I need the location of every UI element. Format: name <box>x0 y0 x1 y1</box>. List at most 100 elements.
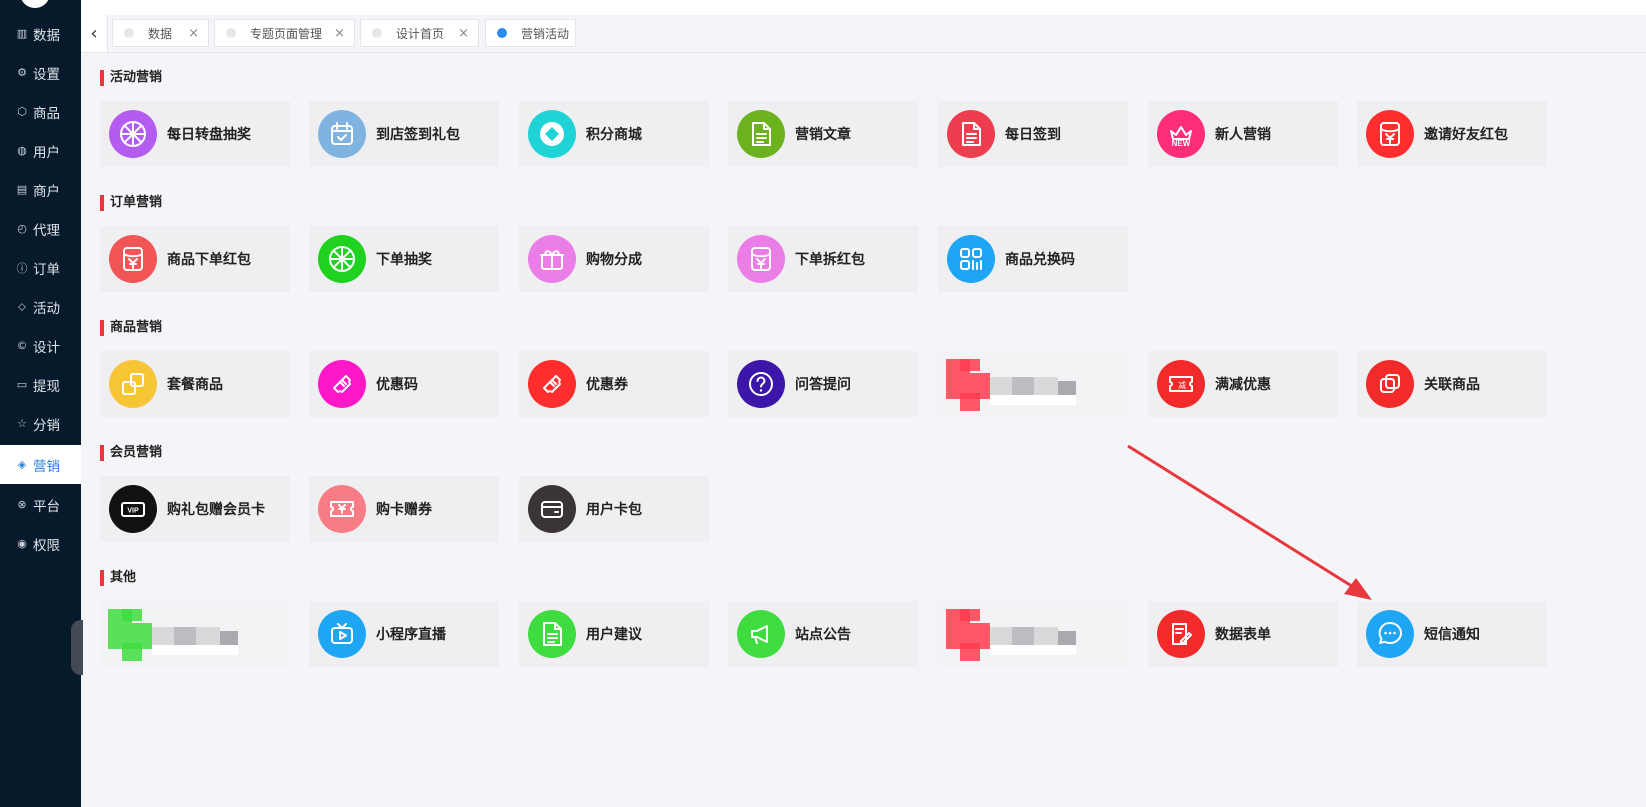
marketing-card[interactable]: 每日转盘抽奖 <box>100 101 290 167</box>
sidebar-item-compass[interactable]: ◉ 权限 <box>0 524 81 563</box>
sidebar-item-list[interactable]: ▤ 商户 <box>0 170 81 209</box>
marketing-card[interactable]: 问答提问 <box>728 351 918 417</box>
sidebar-item-user[interactable]: ◍ 用户 <box>0 131 81 170</box>
ticket-icon <box>318 360 366 408</box>
marketing-card[interactable]: 购卡赠券 <box>309 476 499 542</box>
close-icon[interactable]: × <box>334 26 345 41</box>
pixelated-card[interactable] <box>938 601 1128 667</box>
marketing-card[interactable]: 数据表单 <box>1148 601 1338 667</box>
red-arrow-annotation <box>1127 444 1372 600</box>
red-envelope-icon <box>737 235 785 283</box>
sidebar-item-box[interactable]: ⬡ 商品 <box>0 92 81 131</box>
pixelated-card[interactable] <box>938 351 1128 417</box>
marketing-card[interactable]: 商品兑换码 <box>938 226 1128 292</box>
card-label: 问答提问 <box>795 377 851 393</box>
card-label: 购卡赠券 <box>376 502 432 518</box>
marketing-card[interactable]: 用户卡包 <box>519 476 709 542</box>
tab-1[interactable]: 数据 × <box>112 19 209 47</box>
marketing-card[interactable]: 下单抽奖 <box>309 226 499 292</box>
pixelated-region <box>100 601 290 667</box>
tab-label: 专题页面管理 <box>250 26 323 41</box>
close-icon[interactable]: × <box>188 26 199 41</box>
card-label: 积分商城 <box>586 127 642 143</box>
user-icon: ◍ <box>17 144 27 157</box>
tab-4[interactable]: 营销活动 <box>485 19 576 47</box>
section-title: 其他 <box>100 570 136 586</box>
sidebar-item-clock[interactable]: ◴ 代理 <box>0 209 81 248</box>
diamond-icon <box>528 110 576 158</box>
sidebar-item-card[interactable]: ▭ 提现 <box>0 365 81 404</box>
document-icon <box>737 110 785 158</box>
tab-label: 营销活动 <box>521 26 570 41</box>
section-title: 会员营销 <box>100 445 162 461</box>
sidebar-item-cube[interactable]: ◈ 营销 <box>0 445 81 484</box>
sidebar-item-label: 代理 <box>33 222 60 239</box>
marketing-card[interactable]: 优惠券 <box>519 351 709 417</box>
card-label: 站点公告 <box>795 627 851 643</box>
marketing-card[interactable]: 到店签到礼包 <box>309 101 499 167</box>
card-label: 新人营销 <box>1215 127 1271 143</box>
sidebar-item-copyright[interactable]: © 设计 <box>0 326 81 365</box>
card-label: 关联商品 <box>1424 377 1480 393</box>
marketing-card[interactable]: 营销文章 <box>728 101 918 167</box>
list-icon: ▤ <box>16 183 28 196</box>
marketing-card[interactable]: 短信通知 <box>1357 601 1547 667</box>
red-envelope-icon <box>109 235 157 283</box>
tabs-back-button[interactable]: ‹ <box>81 15 108 52</box>
marketing-card[interactable]: 用户建议 <box>519 601 709 667</box>
qrcode-icon <box>947 235 995 283</box>
avatar[interactable] <box>20 0 50 8</box>
card-label: 数据表单 <box>1215 627 1271 643</box>
scroll-edge <box>71 620 83 675</box>
marketing-card[interactable]: 小程序直播 <box>309 601 499 667</box>
star-icon: ☆ <box>17 417 27 430</box>
sidebar-item-label: 分销 <box>33 417 60 434</box>
card-label: 营销文章 <box>795 127 851 143</box>
chat-bubble-icon <box>1366 610 1414 658</box>
tab-status-dot <box>124 28 134 38</box>
close-icon[interactable]: × <box>458 26 469 41</box>
compass-icon: ◉ <box>17 537 27 550</box>
marketing-card[interactable]: 积分商城 <box>519 101 709 167</box>
tabs-bar: ‹ 数据 × 专题页面管理 × 设计首页 × 营销活动 <box>81 15 1646 53</box>
marketing-card[interactable]: 邀请好友红包 <box>1357 101 1547 167</box>
svg-text:VIP: VIP <box>127 508 139 515</box>
svg-text:减: 减 <box>1178 380 1186 390</box>
sidebar-item-star[interactable]: ☆ 分销 <box>0 404 81 443</box>
wheel-icon <box>318 235 366 283</box>
box-icon: ⬡ <box>17 105 27 118</box>
link-box-icon <box>1366 360 1414 408</box>
wallet-icon <box>528 485 576 533</box>
card-label: 商品兑换码 <box>1005 252 1075 268</box>
marketing-card[interactable]: 商品下单红包 <box>100 226 290 292</box>
discount-coupon-icon: 减 <box>1157 360 1205 408</box>
sidebar-item-label: 营销 <box>33 458 60 475</box>
sidebar-item-gear[interactable]: ⚙ 设置 <box>0 53 81 92</box>
section-title: 商品营销 <box>100 320 162 336</box>
marketing-card[interactable]: NEW 新人营销 <box>1148 101 1338 167</box>
marketing-card[interactable]: 关联商品 <box>1357 351 1547 417</box>
form-edit-icon <box>1157 610 1205 658</box>
sidebar-item-chart[interactable]: ▥ 数据 <box>0 14 81 53</box>
marketing-card[interactable]: 套餐商品 <box>100 351 290 417</box>
sidebar-item-info[interactable]: ⓘ 订单 <box>0 248 81 287</box>
tab-2[interactable]: 专题页面管理 × <box>214 19 355 47</box>
marketing-card[interactable]: VIP 购礼包赠会员卡 <box>100 476 290 542</box>
pixelated-card[interactable] <box>100 601 290 667</box>
marketing-card[interactable]: 减 满减优惠 <box>1148 351 1338 417</box>
marketing-card[interactable]: 下单拆红包 <box>728 226 918 292</box>
sidebar-item-xbox[interactable]: ⊗ 平台 <box>0 485 81 524</box>
marketing-card[interactable]: 每日签到 <box>938 101 1128 167</box>
marketing-card[interactable]: 优惠码 <box>309 351 499 417</box>
chevron-left-icon: ‹ <box>90 23 98 44</box>
card-label: 小程序直播 <box>376 627 446 643</box>
sidebar-item-label: 用户 <box>33 144 60 161</box>
sidebar-item-tag[interactable]: ⬦ 活动 <box>0 287 81 326</box>
tv-icon <box>318 610 366 658</box>
card-label: 每日签到 <box>1005 127 1061 143</box>
chart-icon: ▥ <box>16 27 28 40</box>
marketing-card[interactable]: 购物分成 <box>519 226 709 292</box>
tab-3[interactable]: 设计首页 × <box>360 19 479 47</box>
marketing-card[interactable]: 站点公告 <box>728 601 918 667</box>
svg-text:NEW: NEW <box>1172 139 1191 148</box>
